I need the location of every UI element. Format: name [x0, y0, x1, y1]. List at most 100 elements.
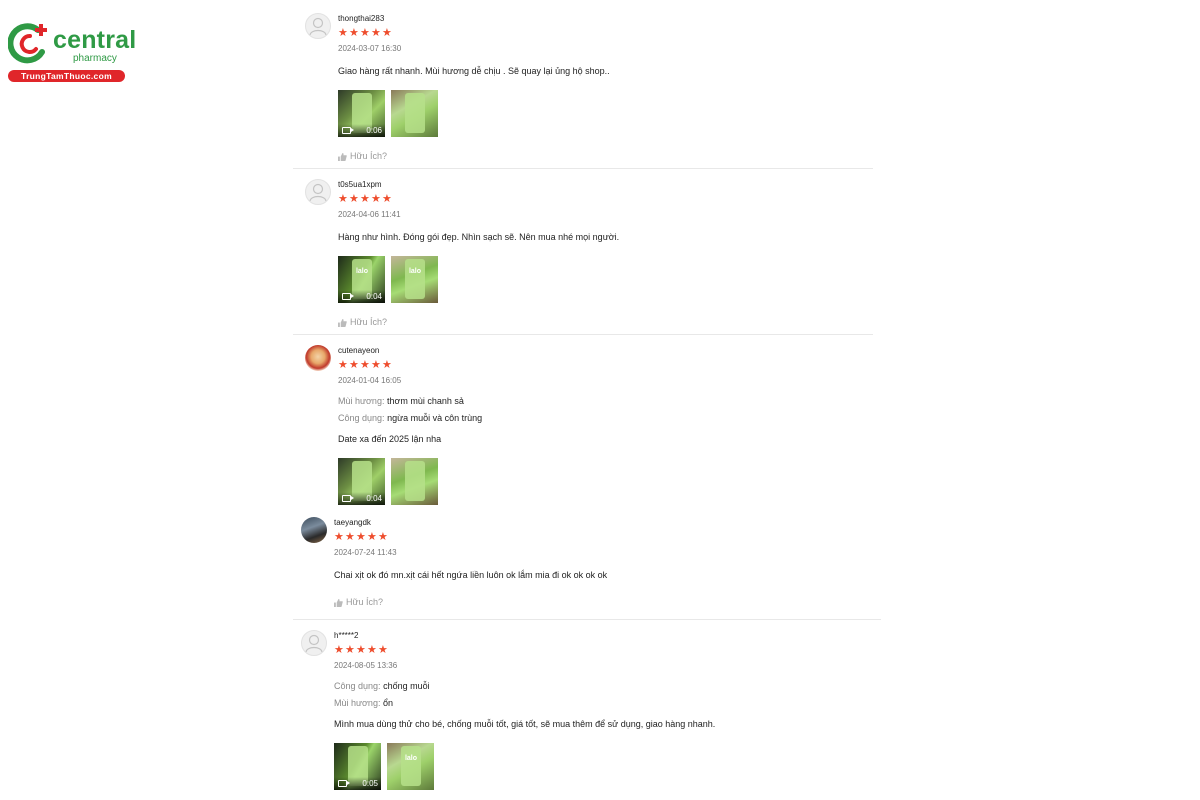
video-camera-icon [342, 127, 354, 134]
helpful-label: Hữu Ích? [346, 597, 384, 607]
star-icon: ★ [378, 531, 388, 543]
review-media: lalo 0:04 lalo [338, 256, 878, 303]
review-comment: Mình mua dùng thử cho bé, chống muỗi tốt… [334, 719, 716, 729]
helpful-button[interactable]: Hữu Ích? [338, 317, 878, 328]
avatar[interactable] [301, 630, 327, 656]
video-camera-icon [342, 495, 354, 502]
attribute-value: ổn [382, 698, 393, 708]
review-media: 0:04 [338, 458, 878, 505]
star-icon: ★ [338, 359, 348, 371]
video-thumbnail[interactable]: 0:05 [334, 743, 381, 790]
review-date: 2024-04-06 11:41 [338, 210, 401, 219]
attribute-key: Mùi hương: [334, 698, 381, 708]
logo-mark-icon [8, 23, 47, 64]
star-icon: ★ [338, 193, 348, 205]
review-comment: Chai xịt ok đó mn.xịt cái hết ngứa liền … [334, 570, 608, 580]
star-icon: ★ [334, 531, 344, 543]
video-thumbnail[interactable]: lalo 0:04 [338, 256, 385, 303]
image-thumbnail[interactable] [391, 458, 438, 505]
rating-stars: ★ ★ ★ ★ ★ [334, 531, 874, 543]
review-date: 2024-08-05 13:36 [334, 661, 398, 670]
user-icon [309, 17, 327, 36]
rating-stars: ★ ★ ★ ★ ★ [338, 193, 878, 205]
review-attribute: Mùi hương: thơm mùi chanh sả [338, 395, 878, 407]
video-duration: 0:05 [362, 779, 378, 788]
rating-stars: ★ ★ ★ ★ ★ [334, 644, 874, 656]
attribute-value: chống muỗi [383, 681, 430, 691]
star-icon: ★ [382, 27, 392, 39]
avatar[interactable] [305, 179, 331, 205]
attribute-key: Mùi hương: [338, 396, 385, 406]
video-thumbnail[interactable]: 0:06 [338, 90, 385, 137]
thumbs-up-icon [334, 598, 343, 607]
review-media: 0:05 lalo [334, 743, 874, 790]
user-icon [305, 634, 323, 653]
helpful-button[interactable]: Hữu Ích? [338, 151, 878, 162]
divider [293, 619, 881, 620]
image-thumbnail[interactable]: lalo [391, 256, 438, 303]
brand-sub: pharmacy [73, 53, 117, 64]
thumbs-up-icon [338, 152, 347, 161]
review-username: h*****2 [334, 631, 359, 640]
video-duration: 0:04 [366, 494, 382, 503]
star-icon: ★ [360, 359, 370, 371]
image-thumbnail[interactable] [391, 90, 438, 137]
review-username: thongthai283 [338, 14, 385, 23]
central-pharmacy-logo[interactable]: central pharmacy TrungTamThuoc.com [8, 22, 137, 84]
star-icon: ★ [345, 531, 355, 543]
star-icon: ★ [371, 359, 381, 371]
video-thumbnail[interactable]: 0:04 [338, 458, 385, 505]
star-icon: ★ [378, 644, 388, 656]
video-camera-icon [342, 293, 354, 300]
review-attribute: Công dụng: ngừa muỗi và côn trùng [338, 412, 878, 424]
star-icon: ★ [345, 644, 355, 656]
review-comment: Hàng như hình. Đóng gói đẹp. Nhìn sạch s… [338, 232, 620, 242]
star-icon: ★ [338, 27, 348, 39]
attribute-key: Công dụng: [334, 681, 381, 691]
helpful-label: Hữu Ích? [350, 151, 388, 161]
review-date: 2024-01-04 16:05 [338, 376, 402, 385]
review-date: 2024-07-24 11:43 [334, 548, 397, 557]
star-icon: ★ [360, 27, 370, 39]
brand-name: central [53, 26, 137, 54]
star-icon: ★ [371, 27, 381, 39]
brand-site: TrungTamThuoc.com [8, 70, 125, 82]
review-username: cutenayeon [338, 346, 380, 355]
helpful-button[interactable]: Hữu Ích? [334, 597, 874, 608]
star-icon: ★ [382, 193, 392, 205]
divider [293, 168, 873, 169]
review-comment: Date xa đến 2025 lận nha [338, 434, 442, 444]
star-icon: ★ [367, 531, 377, 543]
video-duration: 0:06 [366, 126, 382, 135]
attribute-key: Công dụng: [338, 413, 385, 423]
avatar[interactable] [305, 345, 331, 371]
attribute-value: thơm mùi chanh sả [386, 396, 464, 406]
star-icon: ★ [360, 193, 370, 205]
review-username: t0s5ua1xpm [338, 180, 382, 189]
star-icon: ★ [356, 531, 366, 543]
divider [293, 334, 873, 335]
attribute-value: ngừa muỗi và côn trùng [387, 413, 483, 423]
star-icon: ★ [382, 359, 392, 371]
image-thumbnail[interactable]: lalo [387, 743, 434, 790]
review-date: 2024-03-07 16:30 [338, 44, 402, 53]
star-icon: ★ [349, 359, 359, 371]
review-comment: Giao hàng rất nhanh. Mùi hương dễ chịu .… [338, 66, 610, 76]
avatar[interactable] [301, 517, 327, 543]
star-icon: ★ [367, 644, 377, 656]
star-icon: ★ [334, 644, 344, 656]
thumbs-up-icon [338, 318, 347, 327]
helpful-label: Hữu Ích? [350, 317, 388, 327]
star-icon: ★ [349, 27, 359, 39]
star-icon: ★ [356, 644, 366, 656]
avatar[interactable] [305, 13, 331, 39]
rating-stars: ★ ★ ★ ★ ★ [338, 359, 878, 371]
video-camera-icon [338, 780, 350, 787]
review-attribute: Công dụng: chống muỗi [334, 680, 874, 692]
video-duration: 0:04 [366, 292, 382, 301]
review-media: 0:06 [338, 90, 878, 137]
star-icon: ★ [371, 193, 381, 205]
star-icon: ★ [349, 193, 359, 205]
rating-stars: ★ ★ ★ ★ ★ [338, 27, 878, 39]
review-attribute: Mùi hương: ổn [334, 697, 874, 709]
